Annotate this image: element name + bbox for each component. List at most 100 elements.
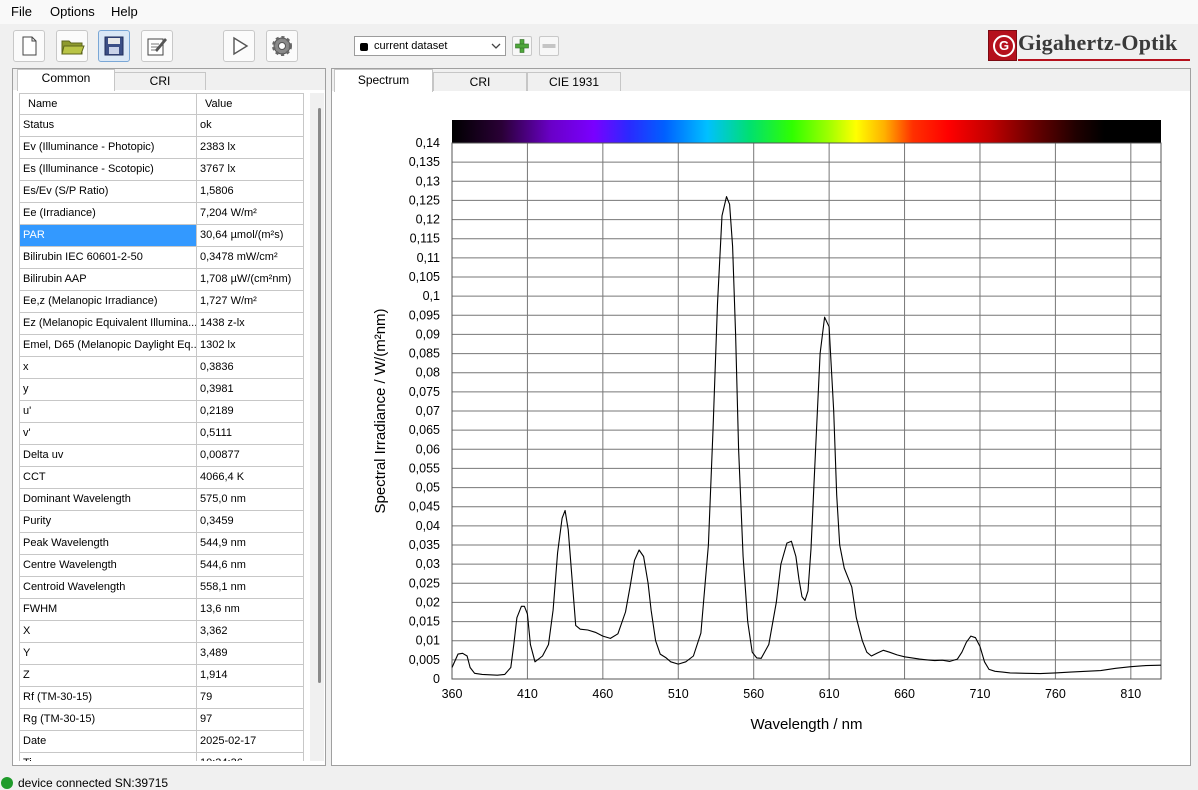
row-value[interactable]: 1,727 W/m² xyxy=(197,291,304,313)
scrollbar-thumb[interactable] xyxy=(318,108,321,683)
table-row[interactable]: PAR 30,64 µmol/(m²s) xyxy=(19,225,310,247)
table-row[interactable]: Centroid Wavelength 558,1 nm xyxy=(19,577,310,599)
tab-common[interactable]: Common xyxy=(17,69,115,91)
row-name[interactable]: Es (Illuminance - Scotopic) xyxy=(19,159,197,181)
row-value[interactable]: 2383 lx xyxy=(197,137,304,159)
row-value[interactable]: 0,2189 xyxy=(197,401,304,423)
table-row[interactable]: Bilirubin IEC 60601-2-50 0,3478 mW/cm² xyxy=(19,247,310,269)
row-value[interactable]: 3,362 xyxy=(197,621,304,643)
start-measurement-button[interactable] xyxy=(223,30,255,62)
row-name[interactable]: Bilirubin AAP xyxy=(19,269,197,291)
row-name[interactable]: Purity xyxy=(19,511,197,533)
new-file-button[interactable] xyxy=(13,30,45,62)
row-value[interactable]: 7,204 W/m² xyxy=(197,203,304,225)
tab-cri[interactable]: CRI xyxy=(114,72,206,90)
row-value[interactable]: 1,5806 xyxy=(197,181,304,203)
menu-options[interactable]: Options xyxy=(50,4,95,19)
row-name[interactable]: y xyxy=(19,379,197,401)
row-value[interactable]: 97 xyxy=(197,709,304,731)
row-name[interactable]: Centre Wavelength xyxy=(19,555,197,577)
row-value[interactable]: 1,914 xyxy=(197,665,304,687)
row-value[interactable]: 10:34:36 xyxy=(197,753,304,761)
row-name[interactable]: X xyxy=(19,621,197,643)
row-value[interactable]: 3767 lx xyxy=(197,159,304,181)
row-name[interactable]: Z xyxy=(19,665,197,687)
row-value[interactable]: 3,489 xyxy=(197,643,304,665)
row-value[interactable]: ok xyxy=(197,115,304,137)
table-row[interactable]: Ee,z (Melanopic Irradiance) 1,727 W/m² xyxy=(19,291,310,313)
row-name[interactable]: Es/Ev (S/P Ratio) xyxy=(19,181,197,203)
row-name[interactable]: CCT xyxy=(19,467,197,489)
save-button[interactable] xyxy=(98,30,130,62)
table-row[interactable]: Z 1,914 xyxy=(19,665,310,687)
row-value[interactable]: 1438 z-lx xyxy=(197,313,304,335)
table-row[interactable]: Delta uv 0,00877 xyxy=(19,445,310,467)
table-row[interactable]: Rf (TM-30-15) 79 xyxy=(19,687,310,709)
row-name[interactable]: Ee,z (Melanopic Irradiance) xyxy=(19,291,197,313)
row-name[interactable]: Emel, D65 (Melanopic Daylight Eq... xyxy=(19,335,197,357)
column-header-value[interactable]: Value xyxy=(197,93,304,115)
row-name[interactable]: Bilirubin IEC 60601-2-50 xyxy=(19,247,197,269)
row-name[interactable]: Ev (Illuminance - Photopic) xyxy=(19,137,197,159)
row-value[interactable]: 575,0 nm xyxy=(197,489,304,511)
row-value[interactable]: 4066,4 K xyxy=(197,467,304,489)
row-value[interactable]: 0,3459 xyxy=(197,511,304,533)
table-row[interactable]: Status ok xyxy=(19,115,310,137)
table-row[interactable]: v' 0,5111 xyxy=(19,423,310,445)
row-name[interactable]: Rf (TM-30-15) xyxy=(19,687,197,709)
table-row[interactable]: Purity 0,3459 xyxy=(19,511,310,533)
row-name[interactable]: u' xyxy=(19,401,197,423)
table-row[interactable]: y 0,3981 xyxy=(19,379,310,401)
table-row[interactable]: Es/Ev (S/P Ratio) 1,5806 xyxy=(19,181,310,203)
results-scrollbar[interactable] xyxy=(310,93,324,761)
table-row[interactable]: x 0,3836 xyxy=(19,357,310,379)
row-name[interactable]: Peak Wavelength xyxy=(19,533,197,555)
table-row[interactable]: Ee (Irradiance) 7,204 W/m² xyxy=(19,203,310,225)
open-button[interactable] xyxy=(56,30,88,62)
row-value[interactable]: 544,9 nm xyxy=(197,533,304,555)
row-name[interactable]: Ti... xyxy=(19,753,197,761)
table-row[interactable]: X 3,362 xyxy=(19,621,310,643)
table-row[interactable]: Y 3,489 xyxy=(19,643,310,665)
row-name[interactable]: Dominant Wavelength xyxy=(19,489,197,511)
add-dataset-button[interactable] xyxy=(512,36,532,56)
row-name[interactable]: Centroid Wavelength xyxy=(19,577,197,599)
row-name[interactable]: Y xyxy=(19,643,197,665)
table-row[interactable]: FWHM 13,6 nm xyxy=(19,599,310,621)
table-row[interactable]: Bilirubin AAP 1,708 µW/(cm²nm) xyxy=(19,269,310,291)
row-name[interactable]: v' xyxy=(19,423,197,445)
row-name[interactable]: x xyxy=(19,357,197,379)
row-value[interactable]: 1302 lx xyxy=(197,335,304,357)
table-row[interactable]: Centre Wavelength 544,6 nm xyxy=(19,555,310,577)
row-value[interactable]: 2025-02-17 xyxy=(197,731,304,753)
row-name[interactable]: PAR xyxy=(19,225,197,247)
table-row[interactable]: u' 0,2189 xyxy=(19,401,310,423)
dataset-select[interactable]: current dataset xyxy=(354,36,506,56)
row-name[interactable]: Date xyxy=(19,731,197,753)
row-value[interactable]: 0,3478 mW/cm² xyxy=(197,247,304,269)
menu-file[interactable]: File xyxy=(11,4,32,19)
row-value[interactable]: 13,6 nm xyxy=(197,599,304,621)
row-name[interactable]: Rg (TM-30-15) xyxy=(19,709,197,731)
row-name[interactable]: FWHM xyxy=(19,599,197,621)
row-value[interactable]: 0,3981 xyxy=(197,379,304,401)
table-row[interactable]: Rg (TM-30-15) 97 xyxy=(19,709,310,731)
row-value[interactable]: 79 xyxy=(197,687,304,709)
row-name[interactable]: Status xyxy=(19,115,197,137)
row-value[interactable]: 30,64 µmol/(m²s) xyxy=(197,225,304,247)
table-row[interactable]: Dominant Wavelength 575,0 nm xyxy=(19,489,310,511)
row-name[interactable]: Ez (Melanopic Equivalent Illumina... xyxy=(19,313,197,335)
row-value[interactable]: 558,1 nm xyxy=(197,577,304,599)
row-value[interactable]: 0,3836 xyxy=(197,357,304,379)
settings-button[interactable] xyxy=(266,30,298,62)
table-row[interactable]: Ez (Melanopic Equivalent Illumina... 1438… xyxy=(19,313,310,335)
table-row[interactable]: CCT 4066,4 K xyxy=(19,467,310,489)
row-name[interactable]: Ee (Irradiance) xyxy=(19,203,197,225)
table-row[interactable]: Peak Wavelength 544,9 nm xyxy=(19,533,310,555)
remove-dataset-button[interactable] xyxy=(539,36,559,56)
edit-button[interactable] xyxy=(141,30,173,62)
row-name[interactable]: Delta uv xyxy=(19,445,197,467)
table-row[interactable]: Ev (Illuminance - Photopic) 2383 lx xyxy=(19,137,310,159)
table-row[interactable]: Ti...10:34:36 xyxy=(19,753,310,761)
row-value[interactable]: 1,708 µW/(cm²nm) xyxy=(197,269,304,291)
